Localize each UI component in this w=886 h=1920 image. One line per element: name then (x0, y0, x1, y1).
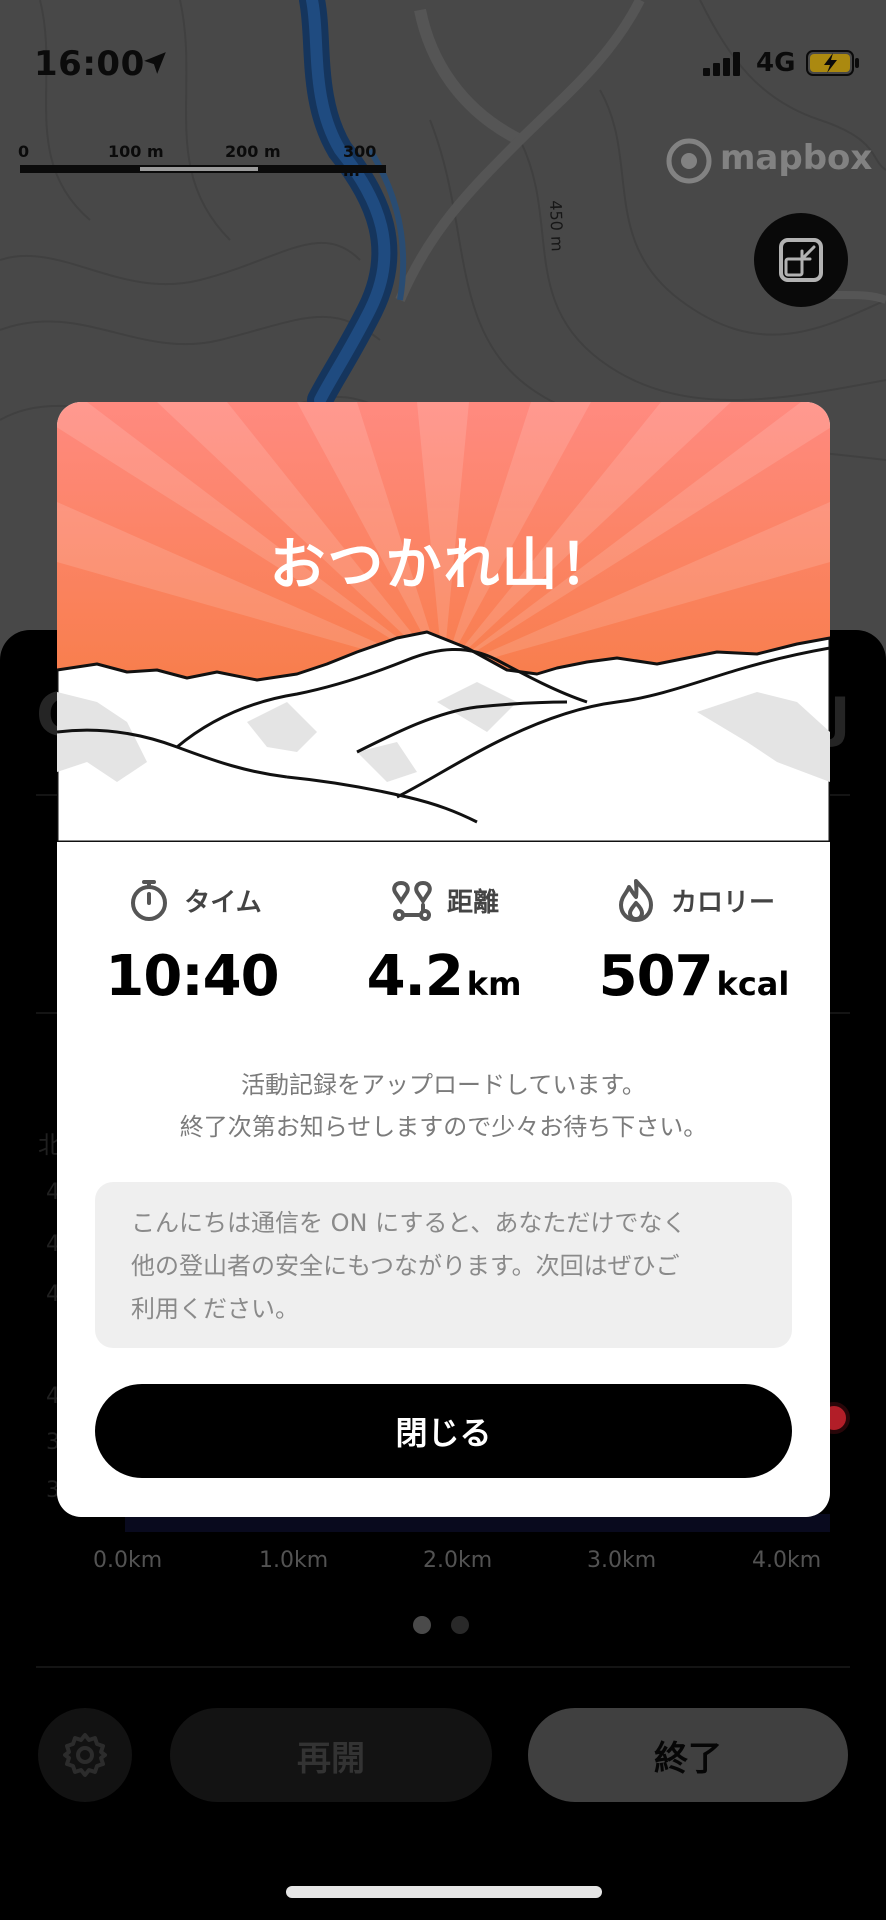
modal-hero-illustration: おつかれ山！ (57, 402, 830, 842)
app-screen: 16:00 4G 0 100 m 200 m 300 mapbox 450 m … (0, 0, 886, 1920)
upload-status-line: 活動記録をアップロードしています。 (241, 1071, 646, 1099)
stat-time: タイム 10:40 (69, 872, 319, 1009)
stat-label: タイム (184, 887, 262, 918)
close-button[interactable]: 閉じる (95, 1384, 792, 1478)
modal-title: おつかれ山！ (269, 533, 618, 598)
stat-value: 507 (598, 944, 714, 1009)
upload-status-line: 終了次第お知らせしますので少々お待ち下さい。 (179, 1113, 708, 1141)
upload-status-message: 活動記録をアップロードしています。 終了次第お知らせしますので少々お待ち下さい。 (57, 1064, 830, 1148)
stat-unit: kcal (716, 965, 790, 1003)
stat-label: カロリー (670, 887, 775, 918)
stat-unit: km (466, 965, 522, 1003)
mountain-sunburst-illustration (57, 402, 830, 842)
stat-value: 4.2 (366, 944, 464, 1009)
stat-value: 10:40 (105, 944, 279, 1009)
notice-line: こんにちは通信を ON にすると、あなただけでなく (131, 1209, 687, 1237)
connectivity-notice: こんにちは通信を ON にすると、あなただけでなく 他の登山者の安全にもつながり… (95, 1182, 792, 1348)
notice-line: 利用ください。 (131, 1295, 299, 1323)
stopwatch-icon (131, 880, 168, 921)
notice-line: 他の登山者の安全にもつながります。次回はぜひご (131, 1252, 680, 1280)
stat-label: 距離 (446, 887, 499, 918)
flame-icon (618, 879, 653, 922)
stat-calories: カロリー 507 kcal (569, 872, 819, 1009)
completion-modal: おつかれ山！ タイム 10:40 距離 4.2 km カロリー 507 kcal… (57, 402, 830, 1517)
stat-distance: 距離 4.2 km (319, 872, 569, 1009)
route-icon (392, 880, 432, 921)
home-indicator[interactable] (286, 1886, 602, 1898)
